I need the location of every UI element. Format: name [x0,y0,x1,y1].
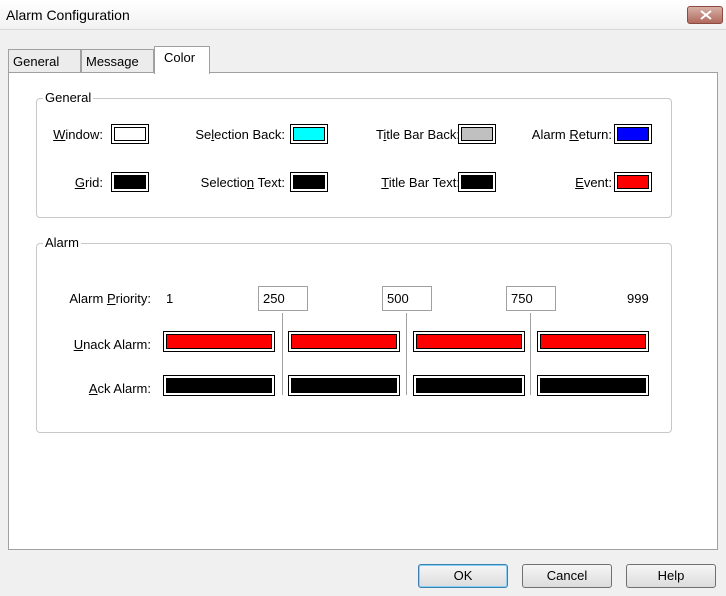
window-color-swatch[interactable] [111,124,149,144]
title-bar-text-color-fill [461,175,493,189]
ok-button[interactable]: OK [418,564,508,588]
selection-text-label: Selection Text: [200,175,285,190]
general-group-title: General [43,90,94,105]
ack-color-band-3[interactable] [413,375,525,396]
window-color-fill [114,127,146,141]
unack-color-band-1[interactable] [163,331,275,352]
priority-divider-3[interactable] [530,313,532,395]
alarm-group-title: Alarm [43,235,81,250]
event-color-label: Event: [575,175,612,190]
tab-general-label: General [13,54,60,69]
alarm-return-color-swatch[interactable] [614,124,652,144]
ack-color-band-2-fill [291,378,397,393]
title-bar-back-color-fill [461,127,493,141]
cancel-button[interactable]: Cancel [522,564,612,588]
tab-message-label: Message [86,54,139,69]
unack-color-band-1-fill [166,334,272,349]
title-bar-text-label: Title Bar Text: [381,175,460,190]
priority-min-value: 1 [166,291,174,306]
tab-general[interactable]: General [8,49,81,72]
unack-color-band-2-fill [291,334,397,349]
ack-alarm-label: Ack Alarm: [88,381,151,396]
unack-color-band-4-fill [540,334,646,349]
close-button[interactable] [687,6,723,24]
unack-color-band-3[interactable] [413,331,525,352]
window-title: Alarm Configuration [6,7,130,23]
alarm-return-color-fill [617,127,649,141]
tab-message[interactable]: Message [81,49,154,72]
priority-max-value: 999 [627,291,649,306]
grid-color-fill [114,175,146,189]
grid-color-swatch[interactable] [111,172,149,192]
selection-back-color-fill [293,127,325,141]
priority-threshold-3-input[interactable] [506,286,556,311]
window-color-label: Window: [53,127,103,142]
general-group: General [36,90,672,218]
ack-color-band-3-fill [416,378,522,393]
unack-alarm-label: Unack Alarm: [73,337,151,352]
title-bar-text-color-swatch[interactable] [458,172,496,192]
ack-color-band-2[interactable] [288,375,400,396]
title-bar-back-label: Title Bar Back: [375,127,460,142]
ack-color-band-1[interactable] [163,375,275,396]
close-icon [700,10,712,20]
priority-threshold-1-input[interactable] [258,286,308,311]
unack-color-band-2[interactable] [288,331,400,352]
color-tab-panel: General Window: Selection Back: Title Ba… [8,72,718,550]
event-color-swatch[interactable] [614,172,652,192]
priority-threshold-2-input[interactable] [382,286,432,311]
selection-text-color-swatch[interactable] [290,172,328,192]
event-color-fill [617,175,649,189]
unack-color-band-4[interactable] [537,331,649,352]
ack-color-band-4[interactable] [537,375,649,396]
alarm-return-label: Alarm Return: [531,127,612,142]
grid-color-label: Grid: [74,175,103,190]
title-bar-back-color-swatch[interactable] [458,124,496,144]
tab-color-label: Color [164,50,196,65]
ack-color-band-4-fill [540,378,646,393]
tab-color[interactable]: Color [154,46,210,74]
help-button[interactable]: Help [626,564,716,588]
ack-color-band-1-fill [166,378,272,393]
selection-text-color-fill [293,175,325,189]
unack-color-band-3-fill [416,334,522,349]
priority-divider-2[interactable] [406,313,408,395]
selection-back-color-swatch[interactable] [290,124,328,144]
selection-back-label: Selection Back: [195,127,285,142]
priority-divider-1[interactable] [282,313,284,395]
title-bar: Alarm Configuration [0,0,726,30]
alarm-priority-label: Alarm Priority: [69,291,151,306]
